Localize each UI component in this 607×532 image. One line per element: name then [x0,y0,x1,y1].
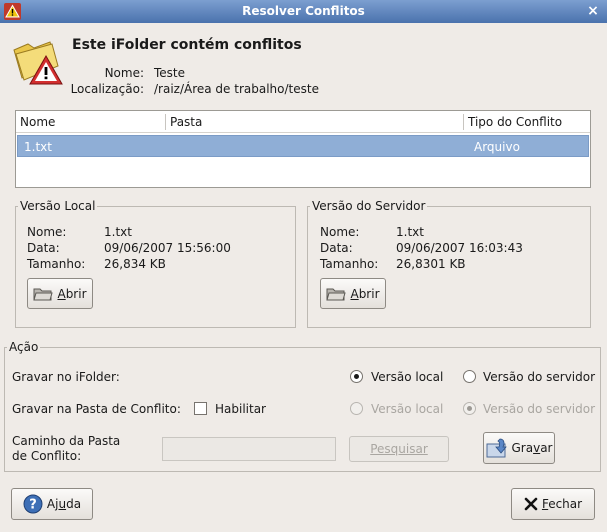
column-header-folder[interactable]: Pasta [170,115,202,129]
action-legend: Ação [9,340,39,354]
local-size-label: Tamanho: [27,257,86,271]
ifolder-name-value: Teste [154,66,186,80]
local-version-radio-label[interactable]: Versão local [371,370,443,384]
close-x-icon [524,497,538,511]
ifolder-location-label: Localização: [70,82,144,96]
conflict-local-version-radio[interactable] [350,402,363,415]
save-arrow-icon [486,438,507,458]
server-version-radio[interactable] [463,370,476,383]
window-close-icon[interactable]: × [585,3,601,19]
page-title: Este iFolder contém conflitos [72,37,302,53]
open-button-label: Abrir [350,286,380,301]
server-version-radio-label[interactable]: Versão do servidor [483,370,595,384]
server-date-value: 09/06/2007 16:03:43 [396,241,523,255]
local-size-value: 26,834 KB [104,257,166,271]
save-to-ifolder-label: Gravar no iFolder: [12,370,120,384]
enable-checkbox[interactable] [194,402,207,415]
server-size-label: Tamanho: [320,257,379,271]
close-button-label: Fechar [541,497,583,511]
conflict-path-input[interactable] [162,437,336,461]
save-button-label: Gravar [511,441,553,455]
help-button[interactable]: ? Ajuda [11,488,93,520]
svg-text:?: ? [29,498,37,513]
conflict-server-version-label[interactable]: Versão do servidor [483,402,595,416]
local-name-label: Nome: [27,225,67,239]
server-open-button[interactable]: Abrir [320,278,386,309]
close-button[interactable]: Fechar [511,488,595,520]
local-date-value: 09/06/2007 15:56:00 [104,241,231,255]
server-name-label: Nome: [320,225,360,239]
server-size-value: 26,8301 KB [396,257,466,271]
column-divider[interactable] [463,114,464,130]
help-button-label: Ajuda [46,497,82,511]
conflict-local-version-label[interactable]: Versão local [371,402,443,416]
open-folder-icon [33,288,54,300]
column-header-conflict-type[interactable]: Tipo do Conflito [468,115,562,129]
table-header: Nome Pasta Tipo do Conflito [16,111,590,133]
cell-conflict-type: Arquivo [474,140,520,154]
local-date-label: Data: [27,241,60,255]
server-version-legend: Versão do Servidor [312,199,426,213]
enable-checkbox-label[interactable]: Habilitar [215,402,266,416]
ifolder-name-label: Nome: [104,66,144,80]
save-button[interactable]: Gravar [483,432,555,464]
resolve-conflicts-dialog: Resolver Conflitos × Este iFolder contém… [0,0,607,532]
column-divider[interactable] [165,114,166,130]
search-button-label: Pesquisar [370,442,428,456]
window-title: Resolver Conflitos [242,4,365,18]
local-name-value: 1.txt [104,225,132,239]
conflict-server-version-radio[interactable] [463,402,476,415]
table-row[interactable]: 1.txt Arquivo [17,135,589,157]
open-folder-icon [326,288,347,300]
local-version-radio[interactable] [350,370,363,383]
folder-warning-icon [13,41,63,85]
conflicts-table[interactable]: Nome Pasta Tipo do Conflito 1.txt Arquiv… [15,110,591,188]
title-bar[interactable]: Resolver Conflitos × [0,0,607,23]
save-to-conflict-folder-label: Gravar na Pasta de Conflito: [12,402,181,416]
server-name-value: 1.txt [396,225,424,239]
cell-name: 1.txt [24,140,52,154]
conflict-path-label-line2: de Conflito: [12,449,82,463]
local-version-legend: Versão Local [20,199,96,213]
conflict-path-label-line1: Caminho da Pasta [12,434,121,448]
column-header-name[interactable]: Nome [20,115,55,129]
search-button[interactable]: Pesquisar [349,436,449,462]
server-date-label: Data: [320,241,353,255]
local-open-button[interactable]: Abrir [27,278,93,309]
ifolder-location-value: /raiz/Área de trabalho/teste [154,82,319,96]
open-button-label: Abrir [57,286,87,301]
help-icon: ? [23,494,43,514]
